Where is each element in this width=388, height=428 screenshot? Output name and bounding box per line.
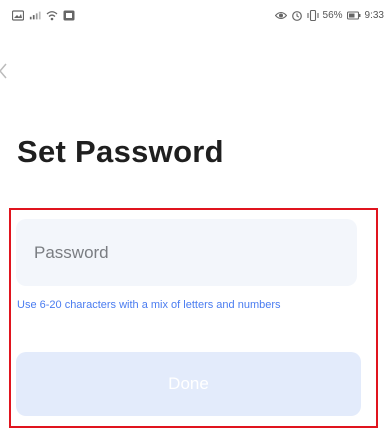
back-button[interactable] xyxy=(0,56,20,86)
vibrate-icon xyxy=(306,10,319,21)
battery-icon xyxy=(346,11,361,20)
status-time: 9:33 xyxy=(364,10,384,21)
password-input[interactable] xyxy=(16,219,357,286)
back-arrow-icon xyxy=(0,63,7,79)
signal-icon xyxy=(29,11,41,20)
eye-icon xyxy=(274,11,287,20)
notification-icon xyxy=(63,10,75,21)
gallery-icon xyxy=(12,10,24,21)
battery-percentage: 56% xyxy=(322,10,343,21)
status-right-icons: 56% 9:33 xyxy=(274,10,384,21)
page-title: Set Password xyxy=(17,134,224,169)
done-button[interactable]: Done xyxy=(16,352,361,416)
password-hint: Use 6-20 characters with a mix of letter… xyxy=(17,299,281,311)
wifi-icon xyxy=(46,11,58,21)
alarm-icon xyxy=(291,11,302,21)
status-bar: 56% 9:33 xyxy=(0,0,388,36)
status-left-icons xyxy=(12,10,75,21)
